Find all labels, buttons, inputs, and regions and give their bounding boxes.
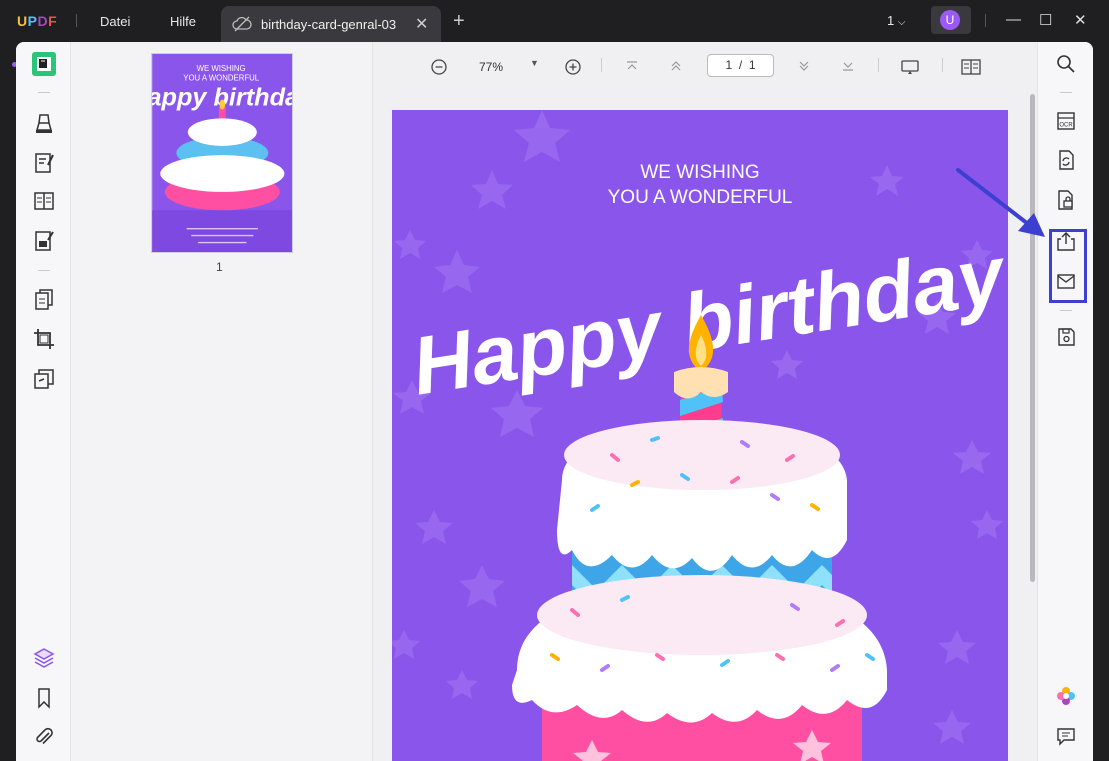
minimize-icon[interactable]: — xyxy=(1006,11,1021,28)
divider xyxy=(985,14,986,27)
divider xyxy=(38,92,50,93)
app-logo: UPDF xyxy=(17,13,58,29)
zoom-out-icon[interactable] xyxy=(431,59,447,75)
zoom-level[interactable]: 77% xyxy=(479,60,503,74)
birthday-card-artwork: WE WISHING YOU A WONDERFUL Happy birthda… xyxy=(392,110,1008,761)
avatar: U xyxy=(940,10,960,30)
edit-text-icon[interactable] xyxy=(32,52,56,76)
user-avatar[interactable]: U xyxy=(931,6,971,34)
title-bar: UPDF Datei Hilfe birthday-card-genral-03… xyxy=(0,0,1109,42)
ai-icon[interactable] xyxy=(1055,685,1077,707)
presentation-icon[interactable] xyxy=(901,59,919,75)
divider xyxy=(1060,92,1072,93)
save-icon[interactable] xyxy=(1055,326,1077,348)
tab-title: birthday-card-genral-03 xyxy=(261,17,397,32)
comment-edit-icon[interactable] xyxy=(32,151,56,175)
ocr-icon[interactable]: OCR xyxy=(1055,110,1077,132)
convert-icon[interactable] xyxy=(1055,149,1077,171)
divider xyxy=(878,58,879,72)
card-line-2: YOU A WONDERFUL xyxy=(608,187,793,208)
bookmark-icon[interactable] xyxy=(32,686,56,710)
page-layout-icon[interactable] xyxy=(961,59,981,75)
next-page-icon[interactable] xyxy=(797,60,811,72)
chat-icon[interactable] xyxy=(1055,725,1077,747)
thumbnail-page-number: 1 xyxy=(216,260,223,274)
thumbnail-image: WE WISHING YOU A WONDERFUL Happy birthda… xyxy=(152,54,292,252)
highlight-box xyxy=(1049,229,1087,303)
document-tab[interactable]: birthday-card-genral-03 ✕ xyxy=(221,6,441,42)
attachment-icon[interactable] xyxy=(32,725,56,749)
main-frame: WE WISHING YOU A WONDERFUL Happy birthda… xyxy=(16,42,1093,761)
form-icon[interactable] xyxy=(32,229,56,253)
highlight-icon[interactable] xyxy=(32,111,56,135)
maximize-icon[interactable]: ☐ xyxy=(1039,11,1052,29)
divider xyxy=(1060,310,1072,311)
divider xyxy=(76,14,77,27)
menu-datei[interactable]: Datei xyxy=(100,14,130,29)
reader-icon[interactable] xyxy=(32,189,56,213)
zoom-in-icon[interactable] xyxy=(565,59,581,75)
page-thumbnail[interactable]: WE WISHING YOU A WONDERFUL Happy birthda… xyxy=(151,53,293,253)
last-page-icon[interactable] xyxy=(841,60,855,72)
page-number-input[interactable]: 1 / 1 xyxy=(707,54,774,77)
thumbnail-panel: WE WISHING YOU A WONDERFUL Happy birthda… xyxy=(71,42,373,761)
divider xyxy=(942,58,943,72)
right-toolbar: OCR xyxy=(1037,42,1093,761)
card-line-1: WE WISHING xyxy=(640,162,759,183)
organize-pages-icon[interactable] xyxy=(32,288,56,312)
tab-close-icon[interactable]: ✕ xyxy=(415,14,428,34)
search-icon[interactable] xyxy=(1055,53,1077,75)
layers-icon[interactable] xyxy=(32,646,56,670)
window-count[interactable]: 1 ⌵ xyxy=(887,13,905,28)
pointer-arrow-icon xyxy=(956,168,1045,237)
crop-icon[interactable] xyxy=(32,327,56,351)
svg-text:WE WISHING: WE WISHING xyxy=(197,64,246,73)
document-viewer: 77% ▼ 1 / 1 WE WISHING YOU A WONDERFUL H… xyxy=(373,42,1037,761)
first-page-icon[interactable] xyxy=(625,60,639,72)
divider xyxy=(601,58,602,72)
divider xyxy=(38,270,50,271)
left-toolbar xyxy=(16,42,71,761)
new-tab-icon[interactable]: + xyxy=(453,10,465,33)
page-tools-icon[interactable] xyxy=(32,367,56,391)
cloud-off-icon xyxy=(232,16,252,32)
menu-hilfe[interactable]: Hilfe xyxy=(170,14,196,29)
close-window-icon[interactable]: ✕ xyxy=(1074,11,1087,29)
svg-text:OCR: OCR xyxy=(1059,123,1073,129)
previous-page-icon[interactable] xyxy=(669,60,683,72)
pdf-page[interactable]: WE WISHING YOU A WONDERFUL Happy birthda… xyxy=(392,110,1008,761)
protect-icon[interactable] xyxy=(1055,189,1077,211)
zoom-dropdown-icon[interactable]: ▼ xyxy=(530,58,539,68)
view-toolbar: 77% ▼ 1 / 1 xyxy=(373,42,1037,90)
svg-text:YOU A WONDERFUL: YOU A WONDERFUL xyxy=(183,73,259,82)
